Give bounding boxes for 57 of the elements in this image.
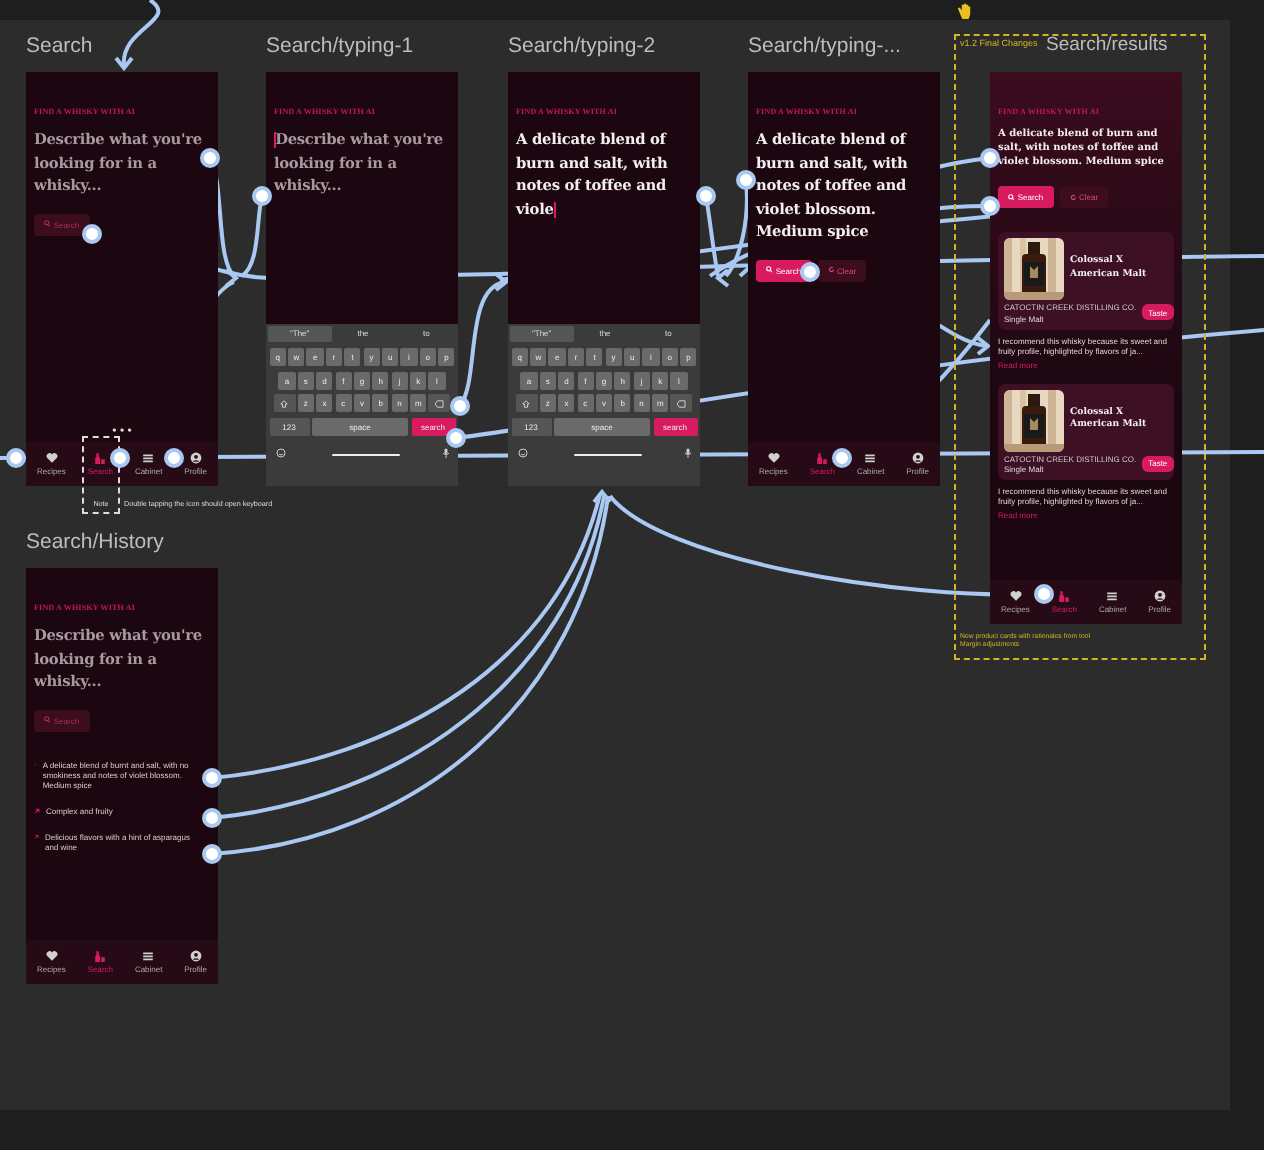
connector-handle[interactable] [82,224,102,244]
connector-handle[interactable] [110,448,130,468]
bottle-icon [94,452,107,464]
bottle-icon [816,452,829,464]
hand-icon [956,2,974,20]
frame-title[interactable]: Search/typing-2 [508,34,656,58]
heart-icon [1009,590,1022,602]
connector-line [114,0,161,72]
list-icon [1106,590,1119,602]
home-indicator [573,453,641,457]
profile-icon [911,452,924,464]
bottle-icon [94,950,107,962]
frame-title[interactable]: Search/History [26,530,164,554]
delete-icon [676,399,687,408]
connector-handle[interactable] [1034,584,1054,604]
frame-title[interactable]: Search [26,34,93,58]
connector-handle[interactable] [832,448,852,468]
refresh-icon [827,266,834,274]
connector-handle[interactable] [980,148,1000,168]
search-icon [1008,193,1015,201]
profile-icon [1153,590,1166,602]
arrow-icon [34,807,40,813]
shift-icon [280,399,289,408]
connector-handle[interactable] [200,148,220,168]
heart-icon [45,452,58,464]
emoji-icon [517,448,527,459]
frame-title[interactable]: Search/results [1046,34,1168,56]
frame-title[interactable]: Search/typing-... [748,34,901,58]
delete-icon [434,399,445,408]
list-icon [864,452,877,464]
refresh-icon [1069,193,1076,201]
emoji-icon [275,448,285,459]
connector-handle[interactable] [6,448,26,468]
heart-icon [45,950,58,962]
home-indicator [331,453,399,457]
shift-icon [522,399,531,408]
connector-handle[interactable] [164,448,184,468]
frame-title[interactable]: Search/typing-1 [266,34,414,58]
delete-key[interactable] [428,394,451,413]
delete-key[interactable] [670,394,693,413]
connector-handle[interactable] [800,262,820,282]
microphone-icon [683,448,691,459]
profile-icon [189,950,202,962]
shift-key[interactable] [273,394,296,413]
list-icon [142,452,155,464]
bottle-icon [1058,590,1071,602]
arrow-icon [34,833,39,839]
shift-key[interactable] [515,394,538,413]
microphone-icon [441,448,449,459]
search-icon [44,220,51,228]
connector-handle[interactable] [252,186,272,206]
list-icon [142,950,155,962]
profile-icon [189,452,202,464]
connector-handle[interactable] [980,196,1000,216]
heart-icon [767,452,780,464]
search-icon [44,716,51,724]
search-icon [766,266,773,274]
